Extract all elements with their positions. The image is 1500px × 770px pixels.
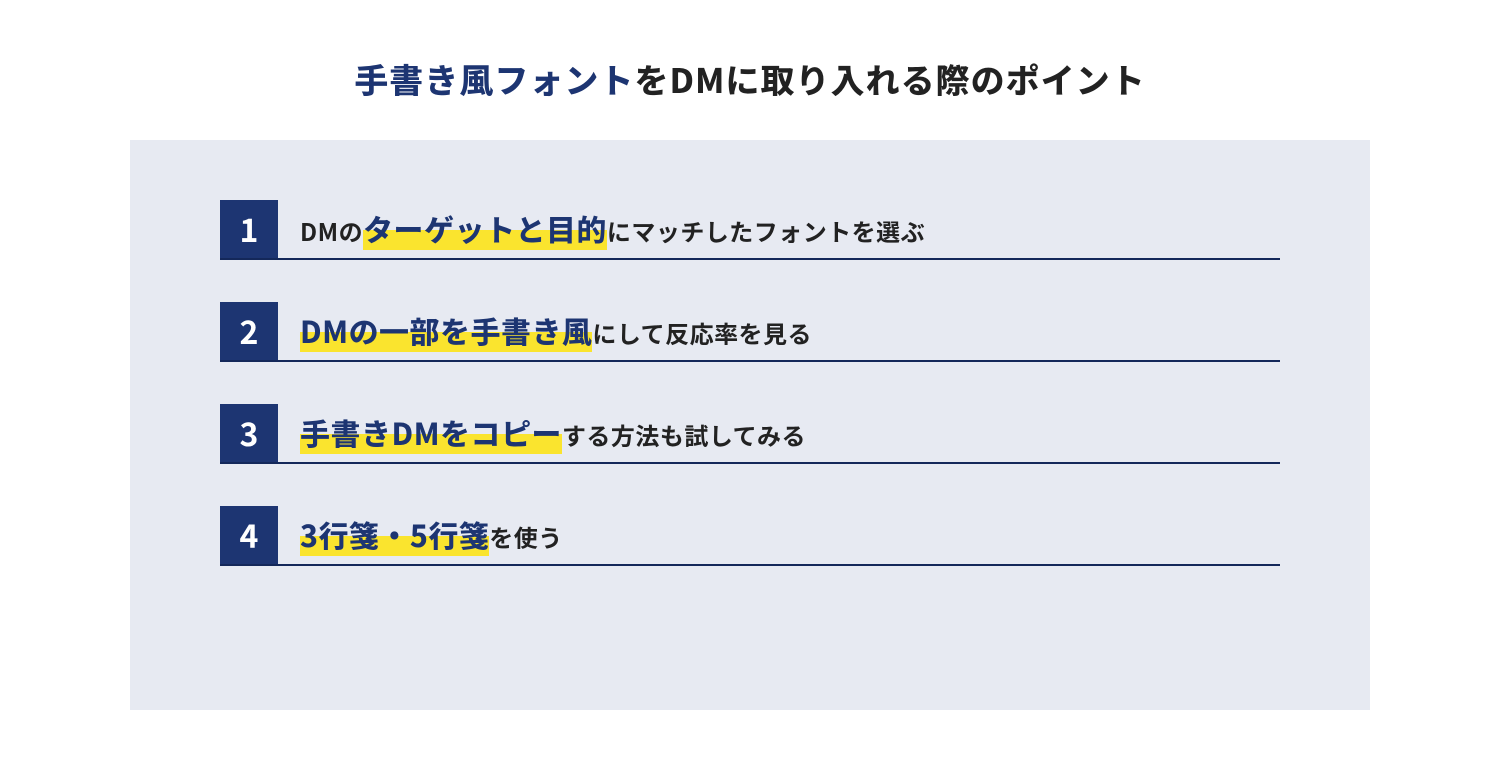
list-item: 1 DMのターゲットと目的にマッチしたフォントを選ぶ [220, 200, 1280, 260]
points-panel: 1 DMのターゲットと目的にマッチしたフォントを選ぶ 2 DMの一部を手書き風に… [130, 140, 1370, 710]
item-post: する方法も試してみる [562, 417, 806, 452]
page-title: 手書き風フォントをDMに取り入れる際のポイント [0, 0, 1500, 103]
item-post: にして反応率を見る [592, 315, 812, 350]
item-post: にマッチしたフォントを選ぶ [607, 213, 925, 248]
item-text: DMのターゲットと目的にマッチしたフォントを選ぶ [300, 210, 1280, 258]
item-number-badge: 1 [220, 200, 278, 258]
page-title-rest: をDMに取り入れる際のポイント [634, 54, 1145, 103]
item-highlight: ターゲットと目的 [363, 206, 607, 250]
item-number-badge: 2 [220, 302, 278, 360]
item-post: を使う [489, 519, 562, 554]
item-highlight: 手書きDMをコピー [300, 410, 562, 454]
item-number-badge: 3 [220, 404, 278, 462]
page-title-accent: 手書き風フォント [354, 54, 634, 103]
item-highlight: 3行箋・5行箋 [300, 512, 489, 556]
page: 手書き風フォントをDMに取り入れる際のポイント 1 DMのターゲットと目的にマッ… [0, 0, 1500, 770]
item-pre: DMの [300, 213, 363, 248]
item-text: 3行箋・5行箋を使う [300, 516, 1280, 564]
list-item: 4 3行箋・5行箋を使う [220, 506, 1280, 566]
list-item: 3 手書きDMをコピーする方法も試してみる [220, 404, 1280, 464]
item-highlight: DMの一部を手書き風 [300, 308, 592, 352]
item-text: DMの一部を手書き風にして反応率を見る [300, 312, 1280, 360]
list-item: 2 DMの一部を手書き風にして反応率を見る [220, 302, 1280, 362]
item-text: 手書きDMをコピーする方法も試してみる [300, 414, 1280, 462]
item-number-badge: 4 [220, 506, 278, 564]
